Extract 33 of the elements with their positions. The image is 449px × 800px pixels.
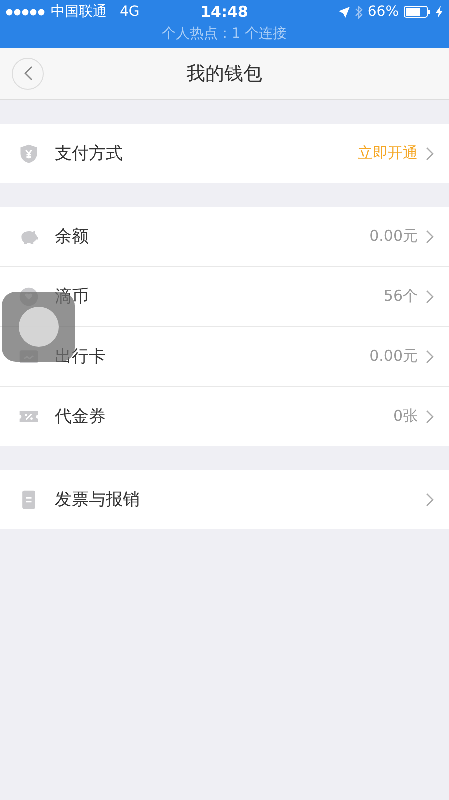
clock: 14:48	[200, 3, 248, 21]
chevron-icon	[426, 492, 435, 506]
chevron-icon	[426, 146, 435, 160]
battery-percent: 66%	[368, 4, 399, 20]
row-value: 0张	[393, 407, 418, 426]
list-row[interactable]: 余额 0.00元	[0, 207, 449, 267]
list-row[interactable]: 发票与报销	[0, 470, 449, 529]
chevron-icon	[426, 230, 435, 244]
row-label: 滴币	[55, 286, 90, 308]
signal-icon	[6, 8, 46, 16]
row-value: 56个	[384, 287, 418, 306]
row-value: 0.00元	[370, 347, 418, 366]
row-value: 0.00元	[370, 227, 418, 246]
back-icon	[24, 66, 32, 81]
charging-icon	[436, 6, 443, 18]
hotspot-text: 个人热点：1 个连接	[162, 25, 288, 43]
location-icon	[338, 6, 350, 18]
shield-icon	[18, 142, 40, 164]
chevron-icon	[426, 350, 435, 364]
list-row[interactable]: 代金券 0张	[0, 387, 449, 446]
carrier-name: 中国联通	[51, 3, 107, 21]
row-label: 发票与报销	[55, 489, 141, 511]
network-type: 4G	[120, 4, 140, 20]
list-row[interactable]: 支付方式 立即开通	[0, 124, 449, 183]
row-label: 余额	[55, 226, 90, 248]
row-label: 代金券	[55, 406, 107, 428]
row-label: 出行卡	[55, 346, 107, 368]
chevron-icon	[426, 410, 435, 424]
bluetooth-icon	[354, 6, 363, 18]
row-label: 支付方式	[55, 143, 124, 165]
battery-icon	[404, 6, 431, 18]
page-title: 我的钱包	[186, 62, 262, 86]
chevron-icon	[426, 290, 435, 304]
